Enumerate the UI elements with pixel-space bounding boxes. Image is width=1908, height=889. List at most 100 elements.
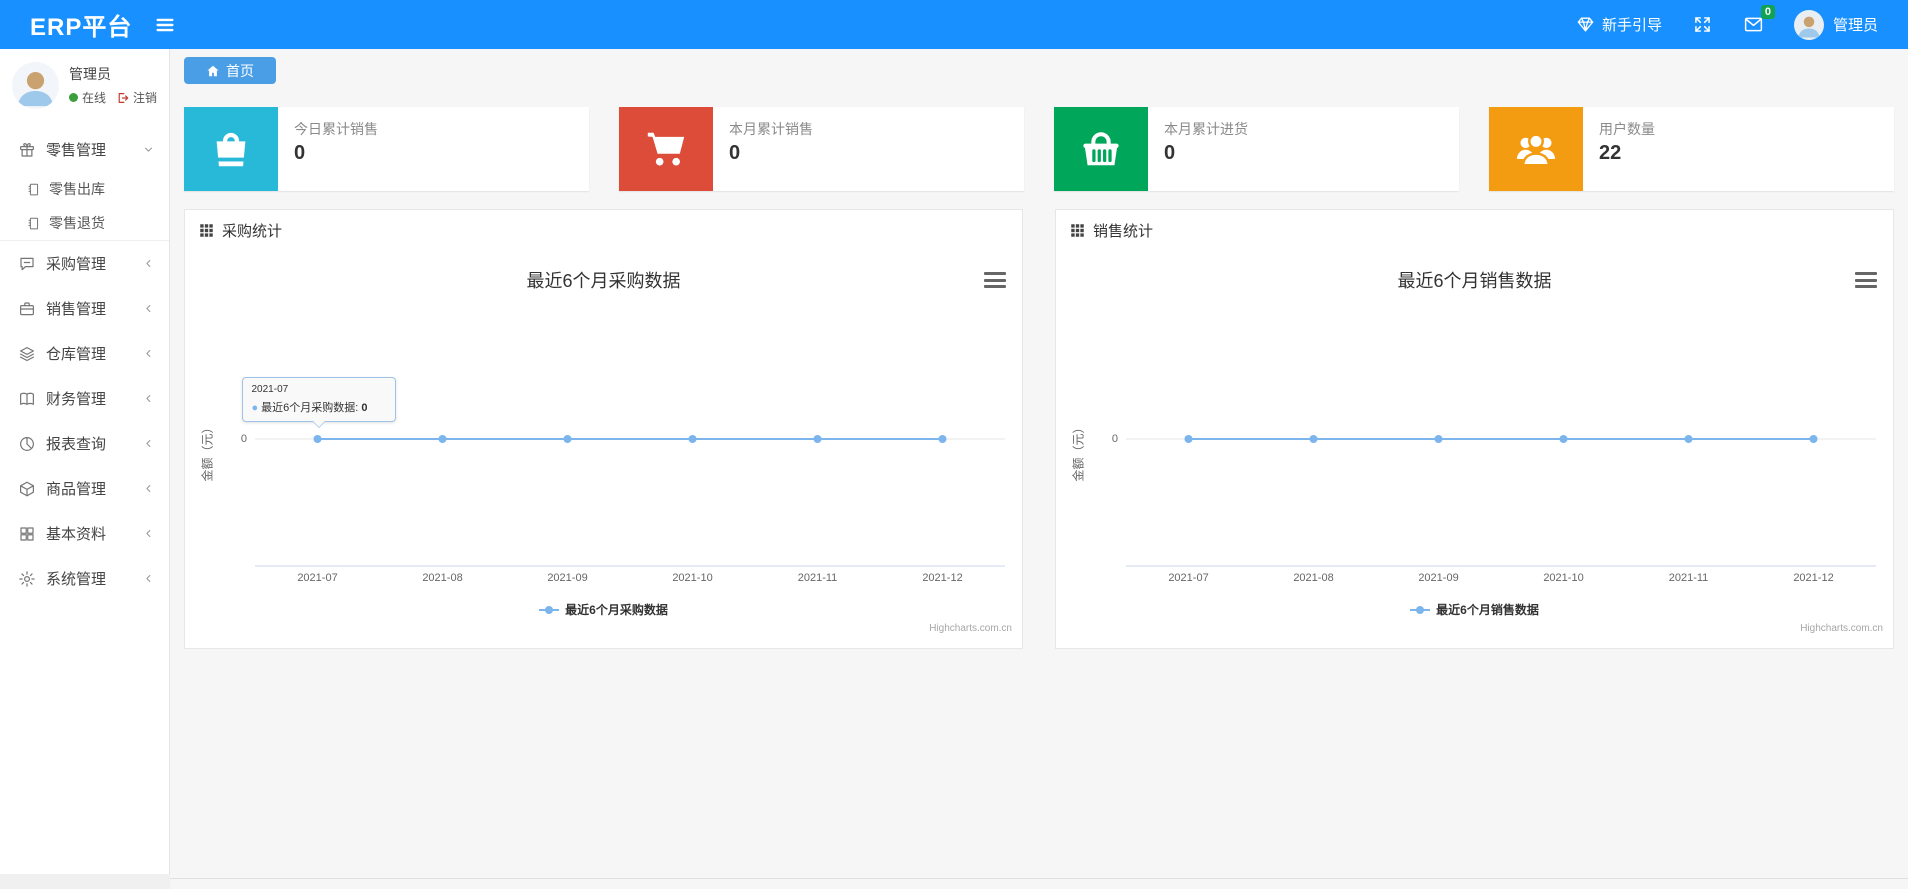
chat-icon xyxy=(18,255,36,273)
basket-icon xyxy=(1054,107,1148,191)
highcharts-credit[interactable]: Highcharts.com.cn xyxy=(929,623,1012,634)
avatar xyxy=(1793,9,1824,40)
stat-card-value: 0 xyxy=(729,142,741,164)
x-axis-label: 2021-12 xyxy=(922,572,963,584)
sales-stats-chart: 最近6个月销售数据 0 金额（元） 2021-07 2021-08 2021-09 2021… xyxy=(1056,251,1893,645)
logout-icon xyxy=(116,91,130,105)
x-axis-label: 2021-09 xyxy=(547,572,588,584)
sidebar-item-basic[interactable]: 基本资料 xyxy=(0,511,169,556)
fullscreen-button[interactable] xyxy=(1692,14,1713,35)
online-status-label: 在线 xyxy=(82,91,107,105)
sidebar-toggle-button[interactable] xyxy=(152,12,178,38)
sidebar-item-sales[interactable]: 销售管理 xyxy=(0,286,169,331)
avatar xyxy=(12,61,59,109)
user-menu[interactable]: 管理员 xyxy=(1793,9,1878,40)
chart-panels-row: 采购统计 最近6个月采购数据 0 金额（元） 2021-07 2021-08 2021-09… xyxy=(184,209,1894,649)
x-axis-label: 2021-08 xyxy=(1293,572,1334,584)
gift-icon xyxy=(18,141,36,159)
gear-icon xyxy=(18,570,36,588)
navbar-username: 管理员 xyxy=(1832,17,1878,34)
sidebar-menu: 零售管理 零售出库 零售退货 采购管理 销售管理 仓库管理 财务管理 报表查询 商品管理 基本资料… xyxy=(0,127,169,601)
chart-legend[interactable]: 最近6个月采购数据 xyxy=(185,601,1022,618)
messages-button[interactable]: 0 xyxy=(1743,5,1775,35)
top-navbar: ERP平台 新手引导 0 管理员 xyxy=(0,0,1908,49)
sidebar-item-warehouse[interactable]: 仓库管理 xyxy=(0,331,169,376)
sidebar-user-panel: 管理员 在线 注销 xyxy=(0,49,169,119)
x-axis-label: 2021-11 xyxy=(797,572,838,584)
legend-marker-icon xyxy=(1410,605,1431,614)
chevron-left-icon xyxy=(142,257,155,270)
breadcrumb-home-label: 首页 xyxy=(226,62,254,79)
x-axis-label: 2021-07 xyxy=(1168,572,1209,584)
purchase-stats-chart: 最近6个月采购数据 0 金额（元） 2021-07 2021-08 2021-09 2021… xyxy=(185,251,1022,645)
grid-dots-icon xyxy=(1070,223,1085,238)
chart-tooltip: 2021-07 ● 最近6个月采购数据: 0 xyxy=(241,377,396,428)
y-axis-title: 金额（元） xyxy=(200,421,215,482)
x-axis-label: 2021-10 xyxy=(1543,572,1584,584)
chart-legend[interactable]: 最近6个月销售数据 xyxy=(1056,601,1893,618)
x-axis-label: 2021-10 xyxy=(672,572,713,584)
guide-link[interactable]: 新手引导 xyxy=(1576,14,1662,35)
highcharts-credit[interactable]: Highcharts.com.cn xyxy=(1800,623,1883,634)
chevron-left-icon xyxy=(142,392,155,405)
line-chart-plot xyxy=(1126,435,1876,567)
sidebar: 管理员 在线 注销 零售管理 零售出库 零售退货 采购管理 销售管理 仓库管理 财务管理 报表… xyxy=(0,49,170,874)
x-axis-label: 2021-09 xyxy=(1418,572,1459,584)
stat-card-value: 0 xyxy=(1164,142,1176,164)
sidebar-item-report[interactable]: 报表查询 xyxy=(0,421,169,466)
message-count-badge: 0 xyxy=(1760,5,1775,19)
chevron-left-icon xyxy=(142,527,155,540)
users-icon xyxy=(1489,107,1583,191)
stat-card-value: 22 xyxy=(1599,142,1622,164)
stat-card-month-sales: 本月累计销售 0 xyxy=(619,107,1024,191)
main-content: 首页 今日累计销售 0 本月累计销售 0 本月累计进货 0 用户数量 22 采购统计 最近6个月… xyxy=(170,49,1908,889)
sidebar-item-retail[interactable]: 零售管理 xyxy=(0,127,169,172)
logout-link[interactable]: 注销 xyxy=(116,89,157,106)
x-axis-label: 2021-08 xyxy=(422,572,463,584)
sidebar-item-system[interactable]: 系统管理 xyxy=(0,556,169,601)
footer-divider xyxy=(170,878,1908,879)
sidebar-item-retail-out[interactable]: 零售出库 xyxy=(0,172,169,206)
sidebar-item-purchase[interactable]: 采购管理 xyxy=(0,241,169,286)
notebook-icon xyxy=(26,182,41,197)
clock-icon xyxy=(18,435,36,453)
line-chart-plot xyxy=(255,435,1005,567)
briefcase-icon xyxy=(18,300,36,318)
notebook-icon xyxy=(26,216,41,231)
app-brand: ERP平台 xyxy=(30,14,133,41)
stat-card-user-count: 用户数量 22 xyxy=(1489,107,1894,191)
sidebar-item-finance[interactable]: 财务管理 xyxy=(0,376,169,421)
chevron-left-icon xyxy=(142,437,155,450)
chevron-left-icon xyxy=(142,302,155,315)
panel-purchase-stats: 采购统计 最近6个月采购数据 0 金额（元） 2021-07 2021-08 2021-09… xyxy=(184,209,1023,649)
legend-marker-icon xyxy=(539,605,560,614)
stat-card-month-purchase: 本月累计进货 0 xyxy=(1054,107,1459,191)
grid-icon xyxy=(18,525,36,543)
x-axis-label: 2021-12 xyxy=(1793,572,1834,584)
online-status-dot xyxy=(69,93,78,102)
panel-header: 销售统计 xyxy=(1056,210,1893,251)
panel-sales-stats: 销售统计 最近6个月销售数据 0 金额（元） 2021-07 2021-08 2021-09… xyxy=(1055,209,1894,649)
expand-icon xyxy=(1695,17,1710,32)
book-icon xyxy=(18,390,36,408)
chevron-left-icon xyxy=(142,347,155,360)
shopping-bag-icon xyxy=(184,107,278,191)
logout-label: 注销 xyxy=(133,91,158,105)
stat-card-value: 0 xyxy=(294,142,306,164)
sidebar-username: 管理员 xyxy=(69,66,111,82)
hamburger-icon xyxy=(156,18,174,31)
y-axis-title: 金额（元） xyxy=(1071,421,1086,482)
home-icon xyxy=(206,64,220,78)
layers-icon xyxy=(18,345,36,363)
sidebar-item-retail-return[interactable]: 零售退货 xyxy=(0,206,169,240)
cart-icon xyxy=(619,107,713,191)
sidebar-item-goods[interactable]: 商品管理 xyxy=(0,466,169,511)
stat-cards-row: 今日累计销售 0 本月累计销售 0 本月累计进货 0 用户数量 22 xyxy=(184,107,1894,191)
breadcrumb-tab-home[interactable]: 首页 xyxy=(184,57,276,84)
stat-card-today-sales: 今日累计销售 0 xyxy=(184,107,589,191)
guide-label: 新手引导 xyxy=(1601,17,1662,34)
chevron-left-icon xyxy=(142,572,155,585)
x-axis-label: 2021-07 xyxy=(297,572,338,584)
chevron-down-icon xyxy=(142,143,155,156)
gem-icon xyxy=(1576,15,1595,34)
